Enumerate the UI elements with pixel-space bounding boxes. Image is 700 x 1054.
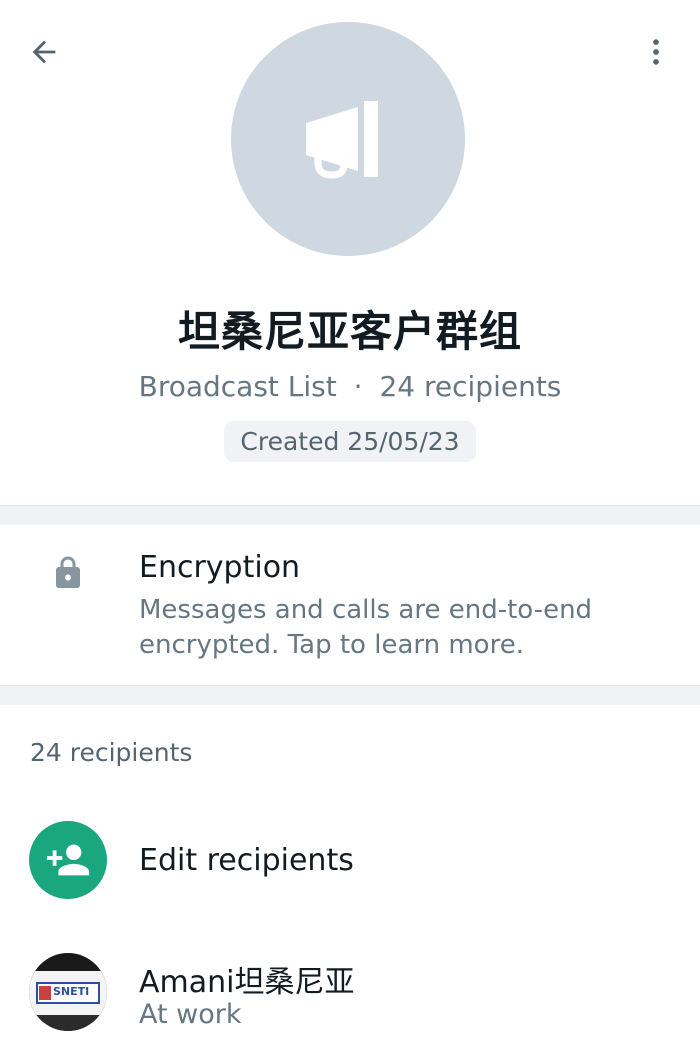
broadcast-subtitle: Broadcast List · 24 recipients xyxy=(0,370,700,403)
megaphone-icon xyxy=(306,101,378,179)
contact-name: Amani坦桑尼亚 xyxy=(139,965,355,1000)
more-options-button[interactable] xyxy=(634,30,678,74)
list-type-label: Broadcast List xyxy=(138,370,337,403)
avatar-logo-text: SNETI xyxy=(53,985,90,998)
encryption-row[interactable]: Encryption Messages and calls are end-to… xyxy=(0,525,700,685)
page-title: 坦桑尼亚客户群组 xyxy=(177,307,522,356)
separator-dot: · xyxy=(353,370,363,403)
avatar: SNETI xyxy=(29,953,107,1031)
encryption-description: Messages and calls are end-to-end encryp… xyxy=(139,595,593,660)
list-item[interactable]: SNETI Amani坦桑尼亚 At work xyxy=(0,945,700,1045)
broadcast-avatar[interactable] xyxy=(231,22,465,256)
more-vert-icon xyxy=(653,39,659,65)
back-button[interactable] xyxy=(22,30,66,74)
edit-recipients-icon-circle xyxy=(29,821,107,899)
arrow-left-icon xyxy=(32,40,56,64)
created-date-badge: Created 25/05/23 xyxy=(224,421,476,462)
lock-icon xyxy=(50,555,86,591)
encryption-title: Encryption xyxy=(139,550,301,585)
edit-recipients-button[interactable]: Edit recipients xyxy=(0,815,700,910)
contact-status: At work xyxy=(139,999,242,1030)
section-divider xyxy=(0,505,700,525)
edit-recipients-label: Edit recipients xyxy=(139,843,354,878)
section-divider xyxy=(0,685,700,705)
recipients-count-heading: 24 recipients xyxy=(30,738,193,767)
person-add-icon xyxy=(46,844,90,876)
profile-header: 坦桑尼亚客户群组 Broadcast List · 24 recipients … xyxy=(0,0,700,505)
recipients-summary: 24 recipients xyxy=(379,370,562,403)
